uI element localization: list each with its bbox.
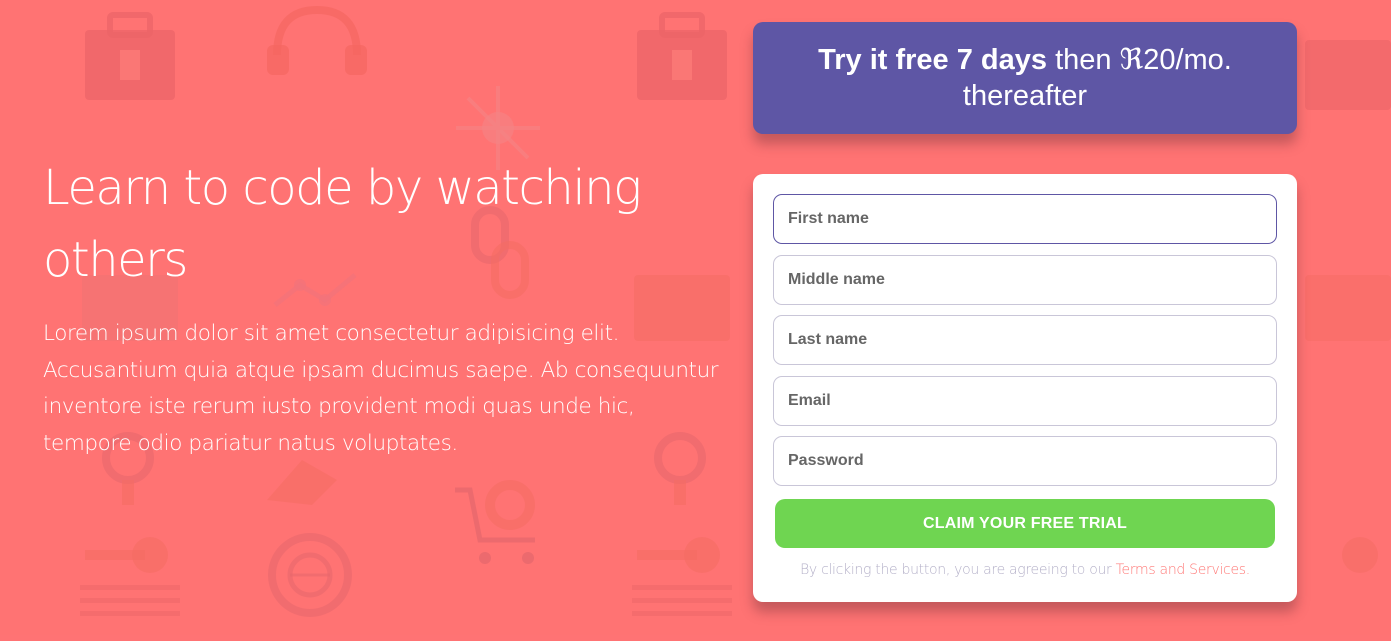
- terms-text: By clicking the button, you are agreeing…: [800, 562, 1116, 578]
- terms-notice: By clicking the button, you are agreeing…: [753, 562, 1297, 578]
- first-name-field[interactable]: [773, 194, 1277, 244]
- hero-section: Learn to code by watching others Lorem i…: [43, 152, 723, 462]
- terms-link[interactable]: Terms and Services.: [1116, 562, 1251, 578]
- trial-offer-banner: Try it free 7 days then ℜ20/mo. thereaft…: [753, 22, 1297, 134]
- middle-name-field[interactable]: [773, 255, 1277, 305]
- last-name-field[interactable]: [773, 315, 1277, 365]
- signup-form: CLAIM YOUR FREE TRIAL By clicking the bu…: [753, 174, 1297, 602]
- email-field[interactable]: [773, 376, 1277, 426]
- password-field[interactable]: [773, 436, 1277, 486]
- trial-offer-highlight: Try it free 7 days: [818, 44, 1048, 76]
- trial-offer-text: Try it free 7 days then ℜ20/mo. thereaft…: [753, 42, 1297, 114]
- hero-description: Lorem ipsum dolor sit amet consectetur a…: [43, 321, 719, 456]
- hero-title: Learn to code by watching others: [43, 160, 642, 288]
- claim-free-trial-button[interactable]: CLAIM YOUR FREE TRIAL: [775, 499, 1275, 548]
